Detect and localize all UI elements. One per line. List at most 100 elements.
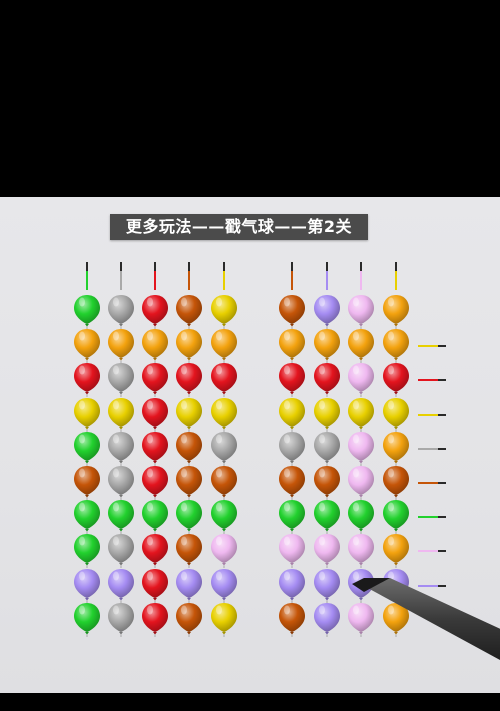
balloon[interactable] xyxy=(106,464,136,500)
balloon[interactable] xyxy=(346,361,376,398)
balloon[interactable] xyxy=(140,396,170,432)
balloon[interactable] xyxy=(381,567,411,603)
balloon[interactable] xyxy=(381,396,411,432)
balloon[interactable] xyxy=(312,430,342,466)
balloon[interactable] xyxy=(312,601,342,637)
balloon[interactable] xyxy=(312,532,342,569)
balloon[interactable] xyxy=(277,361,307,398)
balloon[interactable] xyxy=(140,532,170,569)
balloon[interactable] xyxy=(209,601,239,637)
balloon[interactable] xyxy=(209,464,239,500)
row-dart xyxy=(418,379,446,381)
balloon[interactable] xyxy=(312,567,342,603)
balloon[interactable] xyxy=(277,498,307,535)
balloon[interactable] xyxy=(312,293,342,329)
row-dart xyxy=(418,585,446,587)
balloon[interactable] xyxy=(381,464,411,500)
balloon[interactable] xyxy=(72,293,102,329)
balloon[interactable] xyxy=(277,396,307,432)
balloon[interactable] xyxy=(381,361,411,398)
balloon[interactable] xyxy=(72,498,102,535)
balloon[interactable] xyxy=(72,361,102,398)
balloon[interactable] xyxy=(312,464,342,500)
balloon[interactable] xyxy=(346,567,376,603)
balloon[interactable] xyxy=(277,464,307,500)
balloon[interactable] xyxy=(346,601,376,637)
row-dart xyxy=(418,482,446,484)
column-needle xyxy=(223,262,225,290)
balloon[interactable] xyxy=(174,498,204,535)
balloon[interactable] xyxy=(140,293,170,329)
balloon[interactable] xyxy=(346,498,376,535)
balloon[interactable] xyxy=(277,430,307,466)
balloon[interactable] xyxy=(72,601,102,637)
balloon[interactable] xyxy=(106,601,136,637)
balloon[interactable] xyxy=(106,567,136,603)
balloon[interactable] xyxy=(381,430,411,466)
balloon[interactable] xyxy=(277,532,307,569)
balloon[interactable] xyxy=(106,327,136,364)
balloon[interactable] xyxy=(72,464,102,500)
balloon[interactable] xyxy=(381,327,411,364)
balloon[interactable] xyxy=(106,396,136,432)
balloon[interactable] xyxy=(140,361,170,398)
balloon[interactable] xyxy=(106,498,136,535)
balloon[interactable] xyxy=(209,361,239,398)
balloon[interactable] xyxy=(209,327,239,364)
balloon[interactable] xyxy=(174,464,204,500)
balloon[interactable] xyxy=(346,327,376,364)
balloon[interactable] xyxy=(140,567,170,603)
balloon[interactable] xyxy=(72,396,102,432)
column-needle xyxy=(395,262,397,290)
balloon[interactable] xyxy=(381,293,411,329)
balloon[interactable] xyxy=(72,430,102,466)
balloon[interactable] xyxy=(174,567,204,603)
balloon[interactable] xyxy=(140,498,170,535)
balloon[interactable] xyxy=(277,327,307,364)
balloon[interactable] xyxy=(106,430,136,466)
bottom-bar xyxy=(0,693,500,711)
balloon[interactable] xyxy=(277,567,307,603)
balloon[interactable] xyxy=(174,430,204,466)
balloon[interactable] xyxy=(209,396,239,432)
balloon[interactable] xyxy=(140,601,170,637)
balloon[interactable] xyxy=(209,293,239,329)
balloon[interactable] xyxy=(312,396,342,432)
balloon[interactable] xyxy=(209,567,239,603)
balloon[interactable] xyxy=(106,293,136,329)
balloon[interactable] xyxy=(72,327,102,364)
balloon[interactable] xyxy=(72,532,102,569)
balloon[interactable] xyxy=(174,361,204,398)
balloon[interactable] xyxy=(140,430,170,466)
balloon[interactable] xyxy=(174,396,204,432)
balloon[interactable] xyxy=(346,293,376,329)
balloon[interactable] xyxy=(106,532,136,569)
row-dart xyxy=(418,516,446,518)
balloon[interactable] xyxy=(72,567,102,603)
balloon[interactable] xyxy=(174,532,204,569)
balloon[interactable] xyxy=(312,498,342,535)
balloon[interactable] xyxy=(381,532,411,569)
column-needle xyxy=(291,262,293,290)
game-screen: 更多玩法——戳气球——第2关 xyxy=(0,0,500,711)
balloon[interactable] xyxy=(140,464,170,500)
balloon[interactable] xyxy=(209,498,239,535)
row-dart xyxy=(418,448,446,450)
balloon[interactable] xyxy=(381,498,411,535)
balloon[interactable] xyxy=(106,361,136,398)
balloon[interactable] xyxy=(346,532,376,569)
balloon[interactable] xyxy=(174,601,204,637)
balloon[interactable] xyxy=(346,464,376,500)
balloon[interactable] xyxy=(140,327,170,364)
balloon[interactable] xyxy=(346,430,376,466)
balloon[interactable] xyxy=(312,327,342,364)
balloon[interactable] xyxy=(174,293,204,329)
balloon[interactable] xyxy=(174,327,204,364)
balloon[interactable] xyxy=(277,601,307,637)
balloon[interactable] xyxy=(381,601,411,637)
balloon[interactable] xyxy=(346,396,376,432)
balloon[interactable] xyxy=(312,361,342,398)
balloon[interactable] xyxy=(277,293,307,329)
balloon[interactable] xyxy=(209,430,239,466)
balloon[interactable] xyxy=(209,532,239,569)
